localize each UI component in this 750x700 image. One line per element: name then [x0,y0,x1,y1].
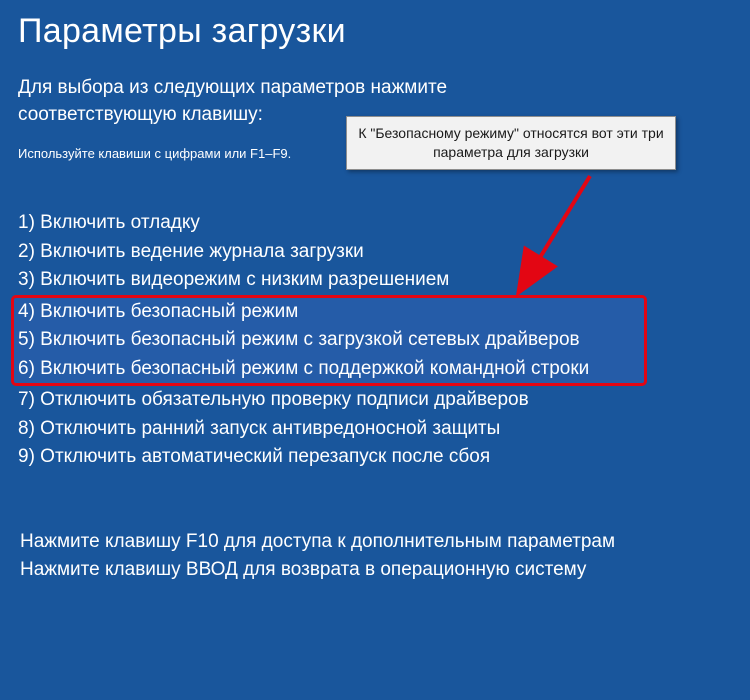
option-2-bootlog[interactable]: 2) Включить ведение журнала загрузки [18,238,732,267]
option-7-disable-driver-sig[interactable]: 7) Отключить обязательную проверку подпи… [18,386,732,415]
option-1-debug[interactable]: 1) Включить отладку [18,209,732,238]
page-title: Параметры загрузки [18,12,732,51]
option-8-disable-antimalware[interactable]: 8) Отключить ранний запуск антивредоносн… [18,415,732,444]
option-5-safe-mode-networking[interactable]: 5) Включить безопасный режим с загрузкой… [18,326,640,355]
option-9-disable-auto-restart[interactable]: 9) Отключить автоматический перезапуск п… [18,443,732,472]
option-4-safe-mode[interactable]: 4) Включить безопасный режим [18,298,640,327]
footer-f10: Нажмите клавишу F10 для доступа к дополн… [18,528,732,557]
option-3-lowres-video[interactable]: 3) Включить видеорежим с низким разрешен… [18,266,732,295]
options-list: 1) Включить отладку 2) Включить ведение … [18,209,732,472]
option-6-safe-mode-cmd[interactable]: 6) Включить безопасный режим с поддержко… [18,355,640,384]
annotation-callout: К "Безопасному режиму" относятся вот эти… [346,116,676,170]
footer-instructions: Нажмите клавишу F10 для доступа к дополн… [18,528,732,585]
footer-enter: Нажмите клавишу ВВОД для возврата в опер… [18,556,732,585]
safe-mode-highlight-box: 4) Включить безопасный режим 5) Включить… [11,295,647,387]
